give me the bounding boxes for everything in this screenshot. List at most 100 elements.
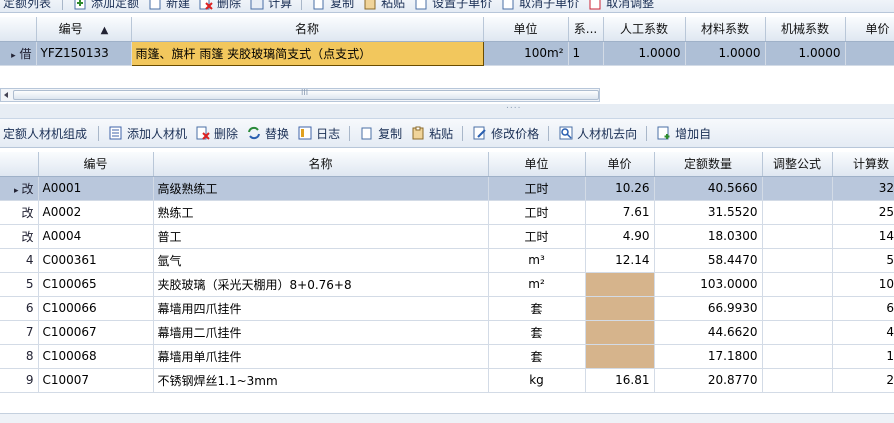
cell-code[interactable]: A0001 bbox=[38, 176, 154, 201]
cell-quota-qty[interactable]: 58.4470 bbox=[654, 248, 763, 273]
cell-unit[interactable]: m² bbox=[488, 272, 586, 297]
replace-button[interactable]: 替换 bbox=[242, 125, 293, 142]
cell-name[interactable]: 高级熟练工 bbox=[153, 176, 489, 201]
cell-unit[interactable]: 套 bbox=[488, 296, 586, 321]
cell-code[interactable]: C000361 bbox=[38, 248, 154, 273]
column-header-calc-qty[interactable]: 计算数 bbox=[832, 152, 894, 177]
cell-calc-qty[interactable]: 58. bbox=[832, 248, 894, 273]
cell-price[interactable] bbox=[585, 320, 655, 345]
copy-resource-button[interactable]: 复制 bbox=[355, 125, 406, 142]
cell-calc-qty[interactable]: 20. bbox=[832, 368, 894, 393]
cell-code[interactable]: A0004 bbox=[38, 224, 154, 249]
cell-calc-qty[interactable]: 103. bbox=[832, 272, 894, 297]
column-header-name[interactable]: 名称 bbox=[131, 17, 484, 42]
cell-quota-qty[interactable]: 103.0000 bbox=[654, 272, 763, 297]
cell-machine-coef[interactable]: 1.0000 bbox=[765, 41, 846, 66]
cell-name[interactable]: 雨篷、旗杆 雨篷 夹胶玻璃简支式（点支式） bbox=[130, 40, 484, 66]
cell-code[interactable]: C100066 bbox=[38, 296, 154, 321]
cell-price[interactable] bbox=[585, 344, 655, 369]
cell-unit[interactable]: 套 bbox=[488, 344, 586, 369]
cell-calc-qty[interactable]: 44. bbox=[832, 320, 894, 345]
cell-calc-qty[interactable]: 17. bbox=[832, 344, 894, 369]
delete-resource-button[interactable]: 删除 bbox=[191, 125, 242, 142]
cell-labor-coef[interactable]: 1.0000 bbox=[603, 41, 686, 66]
table-row[interactable]: ▸ 借 YFZ150133 雨篷、旗杆 雨篷 夹胶玻璃简支式（点支式） 100m… bbox=[0, 40, 894, 66]
cell-material-coef[interactable]: 1.0000 bbox=[685, 41, 766, 66]
cell-calc-qty[interactable]: 144. bbox=[832, 224, 894, 249]
cell-code[interactable]: C100065 bbox=[38, 272, 154, 297]
column-header-code[interactable]: 编号 bbox=[38, 152, 154, 177]
log-button[interactable]: 日志 bbox=[293, 125, 344, 142]
cell-quota-qty[interactable]: 17.1800 bbox=[654, 344, 763, 369]
paste-resource-button[interactable]: 粘贴 bbox=[406, 125, 457, 142]
table-row[interactable]: 5 C100065夹胶玻璃（采光天棚用）8+0.76+8m² 103.0000 103… bbox=[0, 272, 894, 297]
cell-price[interactable]: 7.61 bbox=[585, 200, 655, 225]
cell-unit[interactable]: 工时 bbox=[488, 200, 586, 225]
column-header-name[interactable]: 名称 bbox=[153, 152, 489, 177]
cell-unit[interactable]: 工时 bbox=[488, 224, 586, 249]
cell-quota-qty[interactable]: 44.6620 bbox=[654, 320, 763, 345]
cell-name[interactable]: 幕墙用单爪挂件 bbox=[153, 344, 489, 369]
table-row[interactable]: 改 A0002熟练工工时7.6131.5520 252. bbox=[0, 200, 894, 225]
cell-formula[interactable] bbox=[762, 176, 833, 201]
cell-name[interactable]: 氩气 bbox=[153, 248, 489, 273]
add-custom-button[interactable]: 增加自 bbox=[652, 125, 715, 142]
cell-price[interactable] bbox=[845, 41, 894, 66]
copy-quota-button[interactable]: 复制 bbox=[307, 0, 358, 11]
column-header-unit[interactable]: 单位 bbox=[483, 17, 569, 42]
cell-formula[interactable] bbox=[762, 344, 833, 369]
edit-price-button[interactable]: 修改价格 bbox=[468, 125, 543, 142]
paste-quota-button[interactable]: 粘贴 bbox=[358, 0, 409, 11]
column-header-price[interactable]: 单价 bbox=[845, 17, 894, 42]
cell-price[interactable]: 12.14 bbox=[585, 248, 655, 273]
cell-code[interactable]: YFZ150133 bbox=[36, 41, 132, 66]
column-header-system[interactable]: 系... bbox=[568, 17, 604, 42]
add-resource-button[interactable]: 添加人材机 bbox=[104, 125, 191, 142]
cell-code[interactable]: A0002 bbox=[38, 200, 154, 225]
cell-unit[interactable]: m³ bbox=[488, 248, 586, 273]
horizontal-scrollbar[interactable]: III bbox=[0, 88, 600, 102]
table-row[interactable]: 8 C100068幕墙用单爪挂件套 17.1800 17. bbox=[0, 344, 894, 369]
cell-calc-qty[interactable]: 324. bbox=[832, 176, 894, 201]
column-header-material-coef[interactable]: 材料系数 bbox=[685, 17, 766, 42]
cell-name[interactable]: 幕墙用四爪挂件 bbox=[153, 296, 489, 321]
horizontal-scrollbar-bottom[interactable] bbox=[0, 413, 894, 423]
table-row[interactable]: ▸改A0001高级熟练工工时10.2640.5660 324. bbox=[0, 176, 894, 201]
cell-quota-qty[interactable]: 66.9930 bbox=[654, 296, 763, 321]
cell-price[interactable]: 4.90 bbox=[585, 224, 655, 249]
calculate-button[interactable]: 计算 bbox=[245, 0, 296, 11]
cell-price[interactable]: 16.81 bbox=[585, 368, 655, 393]
column-header-price[interactable]: 单价 bbox=[585, 152, 655, 177]
cell-price[interactable] bbox=[585, 296, 655, 321]
table-row[interactable]: 4 C000361氩气m³12.1458.4470 58. bbox=[0, 248, 894, 273]
cell-formula[interactable] bbox=[762, 296, 833, 321]
cell-quota-qty[interactable]: 40.5660 bbox=[654, 176, 763, 201]
cell-name[interactable]: 熟练工 bbox=[153, 200, 489, 225]
set-sub-price-button[interactable]: 设置子单价 bbox=[409, 0, 496, 11]
table-row[interactable]: 6 C100066幕墙用四爪挂件套 66.9930 66. bbox=[0, 296, 894, 321]
cell-unit[interactable]: 工时 bbox=[488, 176, 586, 201]
cancel-adjust-button[interactable]: 取消调整 bbox=[583, 0, 658, 11]
add-quota-button[interactable]: 添加定额 bbox=[68, 0, 143, 11]
cell-formula[interactable] bbox=[762, 368, 833, 393]
cell-name[interactable]: 夹胶玻璃（采光天棚用）8+0.76+8 bbox=[153, 272, 489, 297]
cell-unit[interactable]: 100m² bbox=[483, 41, 569, 66]
cell-name[interactable]: 普工 bbox=[153, 224, 489, 249]
cell-unit[interactable]: 套 bbox=[488, 320, 586, 345]
cell-system[interactable]: 1 bbox=[568, 41, 604, 66]
scrollbar-thumb[interactable]: III bbox=[13, 88, 599, 100]
cell-name[interactable]: 不锈钢焊丝1.1~3mm bbox=[153, 368, 489, 393]
column-header-machine-coef[interactable]: 机械系数 bbox=[765, 17, 846, 42]
cell-code[interactable]: C100067 bbox=[38, 320, 154, 345]
column-header-labor-coef[interactable]: 人工系数 bbox=[603, 17, 686, 42]
cell-formula[interactable] bbox=[762, 320, 833, 345]
cell-formula[interactable] bbox=[762, 248, 833, 273]
cell-code[interactable]: C10007 bbox=[38, 368, 154, 393]
cell-price[interactable]: 10.26 bbox=[585, 176, 655, 201]
cell-price[interactable] bbox=[585, 272, 655, 297]
cell-quota-qty[interactable]: 31.5520 bbox=[654, 200, 763, 225]
cell-calc-qty[interactable]: 66. bbox=[832, 296, 894, 321]
cell-quota-qty[interactable]: 18.0300 bbox=[654, 224, 763, 249]
column-header-quota-qty[interactable]: 定额数量 bbox=[654, 152, 763, 177]
resource-destination-button[interactable]: 人材机去向 bbox=[554, 125, 641, 142]
